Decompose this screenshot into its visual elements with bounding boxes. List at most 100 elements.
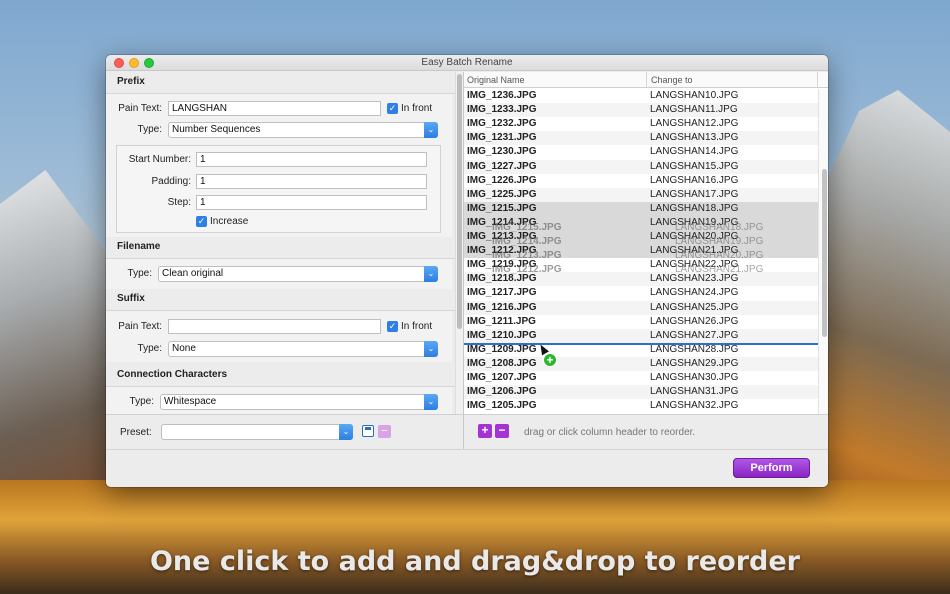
settings-scrollbar[interactable] <box>455 72 463 414</box>
filename-type-select[interactable]: Clean original ⌄ <box>158 266 438 282</box>
filename-heading: Filename <box>106 237 455 259</box>
original-name-cell: IMG_1226.JPG <box>467 174 537 186</box>
prefix-in-front-checkbox[interactable]: ✓ <box>387 103 398 114</box>
change-to-cell: LANGSHAN25.JPG <box>650 301 739 313</box>
change-to-cell: LANGSHAN14.JPG <box>650 146 739 158</box>
prefix-pain-text-input[interactable]: LANGSHAN <box>168 101 381 116</box>
original-name-cell: IMG_1205.JPG <box>467 400 537 412</box>
table-row[interactable]: IMG_1210.JPG LANGSHAN27.JPG <box>464 328 818 343</box>
filename-section: Type: Clean original ⌄ <box>106 259 452 289</box>
minimize-window-button[interactable] <box>129 58 139 68</box>
preset-select[interactable]: ⌄ <box>161 424 353 440</box>
save-preset-icon[interactable] <box>362 425 374 437</box>
step-input[interactable]: 1 <box>196 195 427 210</box>
table-row[interactable]: IMG_1211.JPG LANGSHAN26.JPG <box>464 315 818 329</box>
chevron-down-icon: ⌄ <box>424 266 438 282</box>
original-name-cell: IMG_1210.JPG <box>467 329 537 341</box>
connection-heading: Connection Characters <box>106 365 455 387</box>
suffix-type-value: None <box>172 343 196 354</box>
prefix-in-front-label: In front <box>401 103 433 114</box>
chevron-down-icon: ⌄ <box>424 122 438 138</box>
chevron-down-icon: ⌄ <box>424 341 438 357</box>
change-to-cell: LANGSHAN16.JPG <box>650 174 739 186</box>
start-number-label: Start Number: <box>128 154 191 165</box>
original-name-cell: IMG_1231.JPG <box>467 132 537 144</box>
app-window: Easy Batch Rename Prefix Pain Text: LANG… <box>106 55 828 487</box>
delete-preset-icon[interactable]: − <box>378 425 391 438</box>
prefix-section: Pain Text: LANGSHAN ✓ In front Type: Num… <box>106 94 452 237</box>
settings-panel: Prefix Pain Text: LANGSHAN ✓ In front Ty… <box>106 72 455 414</box>
close-window-button[interactable] <box>114 58 124 68</box>
change-to-cell: LANGSHAN12.JPG <box>650 118 739 130</box>
background-mountain-right <box>820 90 950 510</box>
change-to-column-header[interactable]: Change to <box>648 72 818 88</box>
table-row[interactable]: IMG_1207.JPG LANGSHAN30.JPG <box>464 371 818 385</box>
change-to-cell: LANGSHAN30.JPG <box>650 372 739 383</box>
table-row[interactable]: IMG_1230.JPG LANGSHAN14.JPG <box>464 145 818 159</box>
window-title: Easy Batch Rename <box>421 57 513 68</box>
plus-icon[interactable]: + <box>478 424 492 438</box>
table-row[interactable]: IMG_1233.JPG LANGSHAN11.JPG <box>464 103 818 118</box>
table-row[interactable]: IMG_1232.JPG LANGSHAN12.JPG <box>464 117 818 131</box>
table-row[interactable]: IMG_1208.JPG LANGSHAN29.JPG <box>464 356 818 371</box>
change-to-cell: LANGSHAN24.JPG <box>650 287 739 299</box>
table-scroll-thumb[interactable] <box>822 169 827 337</box>
table-row[interactable]: IMG_1215.JPG LANGSHAN18.JPG <box>464 201 818 216</box>
table-row[interactable]: IMG_1216.JPG LANGSHAN25.JPG <box>464 300 818 315</box>
filename-type-value: Clean original <box>162 268 224 279</box>
table-scrollbar[interactable] <box>818 89 828 414</box>
table-header: Original Name Change to <box>464 72 828 88</box>
suffix-section: Pain Text: ✓ In front Type: None ⌄ <box>106 311 452 362</box>
table-row[interactable]: IMG_1217.JPG LANGSHAN24.JPG <box>464 286 818 300</box>
suffix-type-select[interactable]: None ⌄ <box>168 341 438 357</box>
preset-label: Preset: <box>120 427 152 438</box>
padding-input[interactable]: 1 <box>196 174 427 189</box>
drop-add-icon: + <box>543 353 557 367</box>
minus-icon[interactable]: − <box>495 424 509 438</box>
ghost-original-name: IMG_1212.JPG <box>492 264 562 275</box>
suffix-pain-text-input[interactable] <box>168 319 381 334</box>
chevron-down-icon: ⌄ <box>424 394 438 410</box>
change-to-cell: LANGSHAN11.JPG <box>650 104 738 116</box>
table-row[interactable]: IMG_1231.JPG LANGSHAN13.JPG <box>464 131 818 146</box>
reorder-hint: drag or click column header to reorder. <box>524 427 696 438</box>
ghost-change-to: LANGSHAN18.JPG <box>675 222 764 233</box>
prefix-heading: Prefix <box>106 72 455 94</box>
preset-bar: Preset: ⌄ − <box>106 414 463 449</box>
maximize-window-button[interactable] <box>144 58 154 68</box>
table-row[interactable]: IMG_1227.JPG LANGSHAN15.JPG <box>464 159 818 174</box>
original-name-cell: IMG_1227.JPG <box>467 160 537 172</box>
suffix-in-front-checkbox[interactable]: ✓ <box>387 321 398 332</box>
change-to-cell: LANGSHAN18.JPG <box>650 202 739 214</box>
original-name-cell: IMG_1216.JPG <box>467 301 537 313</box>
prefix-type-value: Number Sequences <box>172 124 261 135</box>
table-row[interactable]: IMG_1225.JPG LANGSHAN17.JPG <box>464 187 818 202</box>
table-row[interactable]: IMG_1205.JPG LANGSHAN32.JPG <box>464 399 818 413</box>
table-footer: + − drag or click column header to reord… <box>463 414 828 449</box>
table-row[interactable]: IMG_1226.JPG LANGSHAN16.JPG <box>464 174 818 188</box>
original-name-column-header[interactable]: Original Name <box>464 72 647 88</box>
table-row[interactable]: IMG_1236.JPG LANGSHAN10.JPG <box>464 89 818 103</box>
connection-type-label: Type: <box>129 396 154 407</box>
perform-button[interactable]: Perform <box>733 458 810 478</box>
drop-indicator <box>464 343 818 345</box>
connection-type-select[interactable]: Whitespace ⌄ <box>160 394 438 410</box>
original-name-cell: IMG_1236.JPG <box>467 90 537 101</box>
step-label: Step: <box>167 197 191 208</box>
change-to-cell: LANGSHAN13.JPG <box>650 132 739 144</box>
original-name-cell: IMG_1215.JPG <box>467 202 537 214</box>
original-name-cell: IMG_1206.JPG <box>467 386 537 398</box>
chevron-down-icon: ⌄ <box>339 424 353 440</box>
number-sequence-options: Start Number: 1 Padding: 1 Step: 1 ✓ Inc… <box>116 145 441 233</box>
connection-section: Type: Whitespace ⌄ <box>106 387 452 414</box>
ghost-change-to: LANGSHAN21.JPG <box>675 264 764 275</box>
change-to-cell: LANGSHAN31.JPG <box>650 386 739 398</box>
file-table: Original Name Change to IMG_1205.JPG LANG… <box>463 72 828 414</box>
increase-checkbox[interactable]: ✓ <box>196 216 207 227</box>
start-number-input[interactable]: 1 <box>196 152 427 167</box>
change-to-cell: LANGSHAN10.JPG <box>650 90 739 101</box>
settings-scroll-thumb[interactable] <box>457 74 462 329</box>
increase-label: Increase <box>210 216 249 227</box>
table-row[interactable]: IMG_1206.JPG LANGSHAN31.JPG <box>464 385 818 400</box>
prefix-type-select[interactable]: Number Sequences ⌄ <box>168 122 438 138</box>
